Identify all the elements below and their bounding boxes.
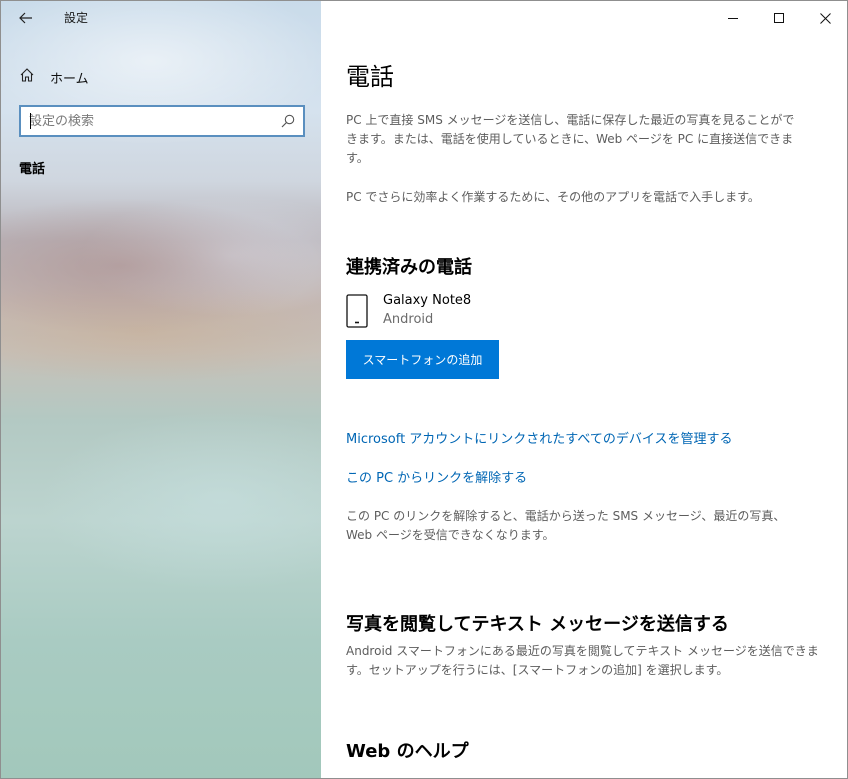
intro-text: PC 上で直接 SMS メッセージを送信し、電話に保存した最近の写真を見ることが… xyxy=(346,113,795,165)
minimize-icon xyxy=(728,18,738,19)
maximize-icon xyxy=(774,13,784,23)
close-icon xyxy=(819,12,831,24)
search-box[interactable] xyxy=(19,105,305,137)
nav-item-phone[interactable]: 電話 xyxy=(19,158,45,177)
back-button[interactable] xyxy=(11,5,41,31)
search-icon[interactable] xyxy=(281,114,295,128)
phone-icon xyxy=(346,294,368,328)
nav-home[interactable]: ホーム xyxy=(1,61,321,91)
maximize-button[interactable] xyxy=(756,1,802,35)
navigation-pane: 設定 ホーム 電話 xyxy=(1,1,321,778)
manage-devices-link[interactable]: Microsoft アカウントにリンクされたすべてのデバイスを管理する xyxy=(346,428,732,447)
photos-messages-heading: 写真を閲覧してテキスト メッセージを送信する xyxy=(346,614,729,635)
unlink-pc-link[interactable]: この PC からリンクを解除する xyxy=(346,467,527,486)
close-button[interactable] xyxy=(802,1,847,35)
device-os: Android xyxy=(383,312,434,327)
web-help-heading: Web のヘルプ xyxy=(346,741,469,762)
linked-device: Galaxy Note8 Android xyxy=(346,292,646,332)
intro-apps-text: PC でさらに効率よく作業するために、その他のアプリを電話で入手します。 xyxy=(346,190,760,204)
photos-messages-description: Android スマートフォンにある最近の写真を閲覧してテキスト メッセージを送… xyxy=(346,644,819,677)
unlink-note: この PC のリンクを解除すると、電話から送った SMS メッセージ、最近の写真… xyxy=(346,509,786,542)
page-title: 電話 xyxy=(346,63,394,91)
nav-home-label: ホーム xyxy=(50,72,89,87)
device-name: Galaxy Note8 xyxy=(383,293,472,308)
home-icon xyxy=(20,68,34,82)
settings-window: 設定 ホーム 電話 電 xyxy=(0,0,848,779)
back-arrow-icon xyxy=(19,12,32,24)
add-smartphone-button[interactable]: スマートフォンの追加 xyxy=(346,340,499,379)
minimize-button[interactable] xyxy=(710,1,756,35)
search-input[interactable] xyxy=(29,113,269,129)
linked-phones-heading: 連携済みの電話 xyxy=(346,257,472,278)
text-caret xyxy=(30,113,31,129)
app-title: 設定 xyxy=(64,11,89,25)
